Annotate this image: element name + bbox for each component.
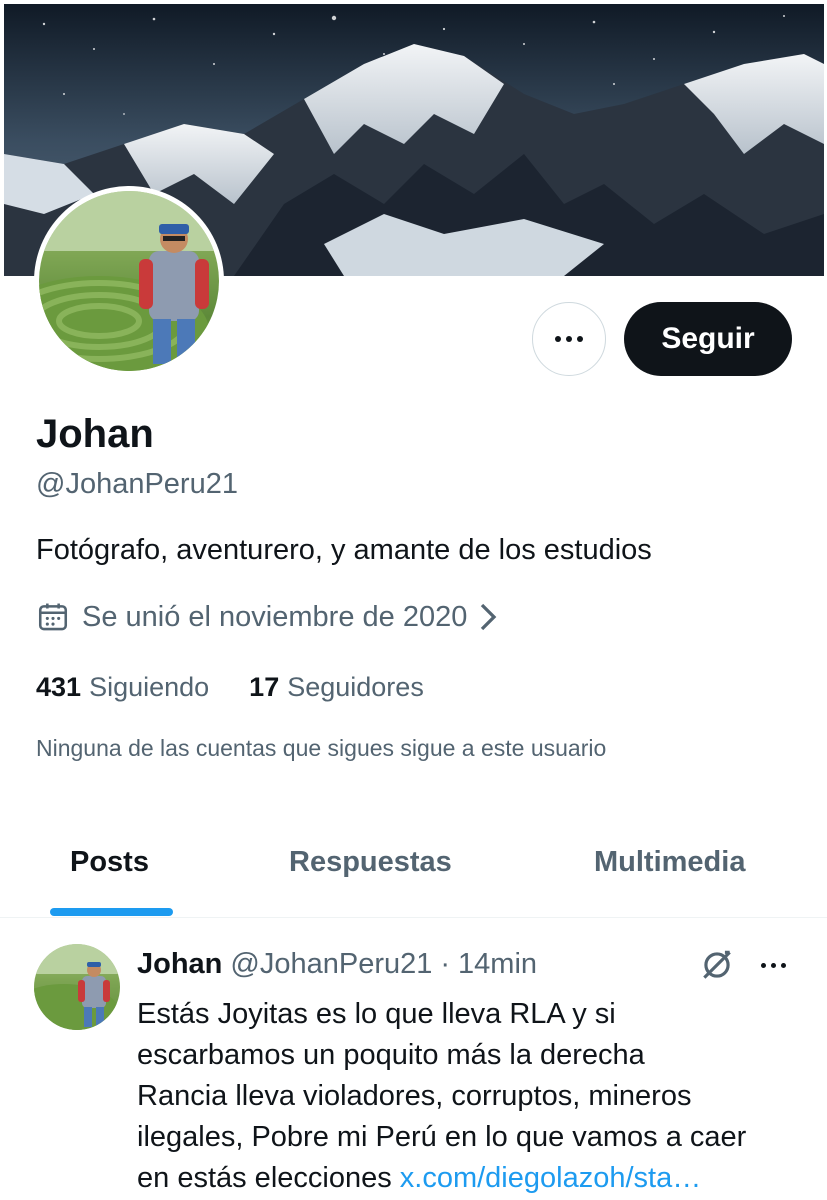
- mutual-followers-note: Ninguna de las cuentas que sigues sigue …: [36, 735, 607, 761]
- joined-date-text: Se unió el noviembre de 2020: [82, 600, 468, 633]
- post-body: Estás Joyitas es lo que lleva RLA y si e…: [137, 994, 807, 1199]
- profile-bio: Fotógrafo, aventurero, y amante de los e…: [36, 534, 652, 566]
- following-label: Siguiendo: [89, 672, 210, 702]
- followers-link[interactable]: 17 Seguidores: [249, 672, 424, 703]
- post-avatar-image: [34, 944, 120, 1030]
- profile-avatar[interactable]: [34, 186, 224, 376]
- post-author-avatar[interactable]: [34, 944, 120, 1030]
- joined-date-row[interactable]: Se unió el noviembre de 2020: [36, 600, 499, 634]
- chevron-right-icon: [481, 603, 497, 631]
- profile-stats: 431 Siguiendo 17 Seguidores: [36, 672, 464, 703]
- more-horizontal-icon: [555, 336, 583, 342]
- post-text-line: Estás Joyitas es lo que lleva RLA y si: [137, 998, 616, 1030]
- profile-page: Seguir Johan @JohanPeru21 Fotógrafo, ave…: [0, 0, 827, 1200]
- post-separator: ·: [440, 948, 451, 980]
- follow-button[interactable]: Seguir: [624, 302, 792, 376]
- profile-handle: @JohanPeru21: [36, 468, 238, 500]
- more-options-button[interactable]: [532, 302, 606, 376]
- tab-posts[interactable]: Posts: [70, 846, 149, 879]
- tab-respuestas[interactable]: Respuestas: [289, 846, 452, 879]
- following-link[interactable]: 431 Siguiendo: [36, 672, 209, 703]
- post-more-button[interactable]: [753, 952, 793, 978]
- post-link[interactable]: x.com/diegolazoh/sta…: [400, 1162, 701, 1194]
- profile-name: Johan: [36, 412, 154, 456]
- avatar-photo: [39, 191, 219, 371]
- avatar-person-image: [39, 191, 219, 371]
- post-text-line-last: en estás elecciones x.com/diegolazoh/sta…: [137, 1158, 807, 1199]
- followers-label: Seguidores: [287, 672, 424, 702]
- followers-count: 17: [249, 672, 280, 702]
- post-author-name[interactable]: Johan: [137, 948, 222, 981]
- post-text-line: Rancia lleva violadores, corruptos, mine…: [137, 1080, 692, 1112]
- profile-tabs: Posts Respuestas Multimedia: [0, 820, 827, 918]
- post-text-line: en estás elecciones: [137, 1162, 400, 1194]
- more-horizontal-icon: [760, 962, 786, 968]
- post-author-handle[interactable]: @JohanPeru21: [230, 948, 432, 981]
- following-count: 431: [36, 672, 82, 702]
- active-tab-indicator: [50, 908, 173, 916]
- tab-multimedia[interactable]: Multimedia: [594, 846, 745, 879]
- post-text-line: escarbamos un poquito más la derecha: [137, 1039, 645, 1071]
- post-header: Johan @JohanPeru21 · 14min: [137, 948, 537, 981]
- calendar-icon: [38, 603, 68, 631]
- grok-icon[interactable]: [698, 946, 736, 984]
- post-timestamp[interactable]: 14min: [458, 948, 537, 981]
- post-text-line: ilegales, Pobre mi Perú en lo que vamos …: [137, 1121, 747, 1153]
